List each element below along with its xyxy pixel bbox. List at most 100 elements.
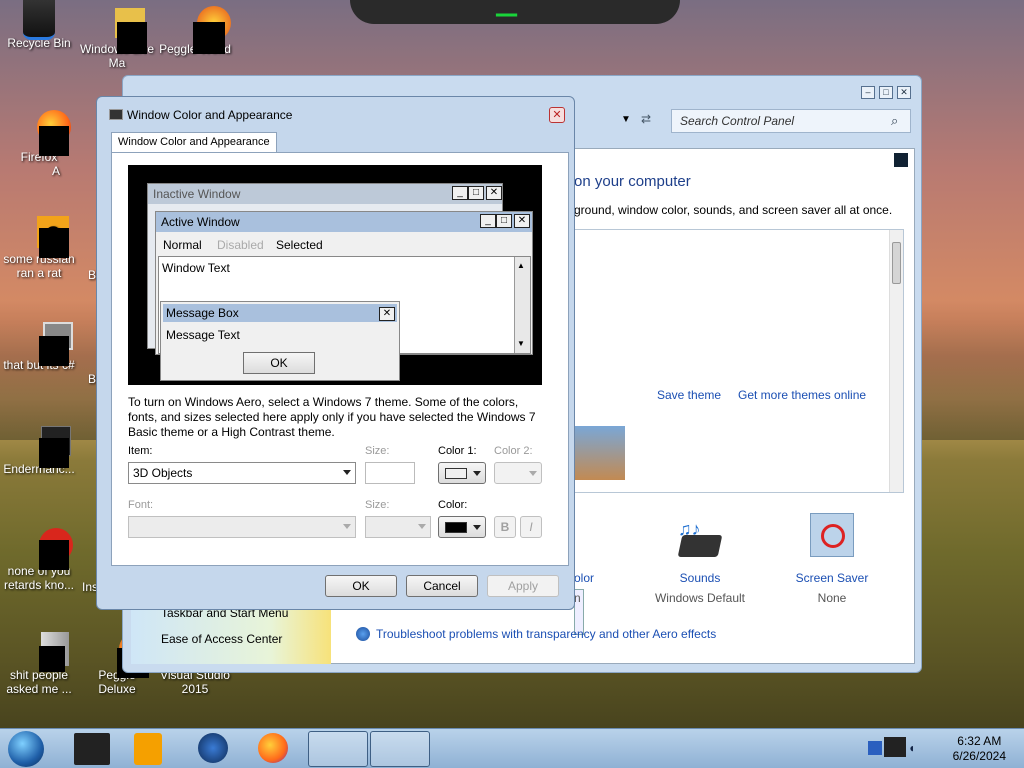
sounds-sub: Windows Default (654, 591, 746, 605)
font-select[interactable] (128, 516, 356, 538)
save-theme-link[interactable]: Save theme (657, 388, 721, 402)
clock[interactable]: 6:32 AM 6/26/2024 (953, 734, 1006, 764)
menu-disabled: Disabled (217, 238, 264, 252)
sounds-icon[interactable]: ♫♪ (672, 519, 723, 563)
window-color-dialog[interactable]: Window Color and Appearance ✕ Window Col… (96, 96, 575, 610)
minimize-icon: _ (452, 186, 468, 200)
font-size-select[interactable] (365, 516, 431, 538)
help-icon[interactable] (894, 153, 908, 167)
appearance-preview: Inactive Window _ □ ✕ Active Window _ □ … (128, 165, 542, 385)
font-size-label: Size: (365, 499, 390, 511)
window-color-sub: n (574, 591, 581, 605)
info-icon (356, 627, 370, 641)
close-icon: ✕ (514, 214, 530, 228)
desktop-icon-recycle-bin[interactable]: Recycle Bin (0, 0, 78, 50)
close-icon: ✕ (486, 186, 502, 200)
size-label: Size: (365, 445, 390, 457)
ok-button[interactable]: OK (325, 575, 397, 597)
volume-icon[interactable]: ◖ (908, 741, 920, 755)
bold-button[interactable]: B (494, 516, 516, 538)
chevron-down-icon (418, 524, 426, 529)
aero-info-text: To turn on Windows Aero, select a Window… (128, 395, 536, 439)
theme-thumbnail[interactable] (575, 426, 625, 480)
desktop-icon-firefox[interactable]: Firefox (0, 110, 78, 164)
message-box-title: Message Box (163, 304, 397, 322)
screen-saver-link[interactable]: Screen Saver (782, 571, 882, 585)
message-text: Message Text (166, 328, 240, 342)
taskbar-item-dialog[interactable] (370, 731, 430, 767)
taskbar-item-control-panel[interactable] (308, 731, 368, 767)
start-button[interactable] (8, 731, 44, 767)
firefox-icon[interactable] (258, 733, 288, 763)
color1-picker[interactable] (438, 462, 486, 484)
item-select[interactable]: 3D Objects (128, 462, 356, 484)
tray-app-icon[interactable] (884, 737, 906, 757)
scroll-down-icon: ▼ (517, 339, 525, 348)
desktop-icon-shit-people[interactable]: shit people asked me ... (0, 632, 78, 696)
refresh-icon[interactable]: ⇄ (641, 112, 651, 126)
desktop-icon-that-but-c[interactable]: that but its c# (0, 322, 78, 372)
cancel-button[interactable]: Cancel (406, 575, 478, 597)
tab-window-color[interactable]: Window Color and Appearance (111, 132, 277, 153)
scroll-thumb[interactable] (892, 242, 901, 284)
minimize-icon: _ (480, 214, 496, 228)
desktop-icon-endermanc[interactable]: Endermanc... (0, 426, 78, 476)
close-button[interactable]: ✕ (897, 86, 911, 99)
color2-picker[interactable] (494, 462, 542, 484)
desktop-icon-label: shit people asked me ... (6, 668, 72, 696)
desktop-partial-label: A (52, 164, 82, 178)
size-input[interactable] (365, 462, 415, 484)
system-tray[interactable]: ◖ (868, 737, 915, 761)
globe-icon[interactable] (198, 733, 228, 763)
themes-list[interactable]: Save theme Get more themes online (574, 229, 904, 493)
maximize-button[interactable]: □ (879, 86, 893, 99)
search-input[interactable]: Search Control Panel (671, 109, 911, 133)
network-icon[interactable] (868, 741, 882, 755)
media-player-icon[interactable] (134, 733, 162, 765)
ease-of-access-link[interactable]: Ease of Access Center (161, 632, 282, 646)
file-icon: e (23, 216, 69, 258)
partial-label: B (88, 372, 97, 386)
page-description: ground, window color, sounds, and screen… (574, 203, 893, 217)
apply-button[interactable]: Apply (487, 575, 559, 597)
folder-icon (23, 632, 69, 672)
item-label: Item: (128, 445, 153, 457)
active-window-title: Active Window (156, 212, 532, 232)
app-icon (23, 528, 73, 570)
close-icon[interactable]: ✕ (549, 107, 565, 123)
top-gadget: ▂▂▂ (350, 0, 680, 24)
clock-date: 6/26/2024 (952, 749, 1006, 763)
italic-button[interactable]: I (520, 516, 542, 538)
window-color-link[interactable]: olor (574, 571, 594, 585)
screen-saver-sub: None (817, 591, 847, 605)
troubleshoot-link[interactable]: Troubleshoot problems with transparency … (376, 627, 716, 641)
desktop-icon-windows-live[interactable]: Windows Live Ma (78, 6, 156, 70)
font-color-picker[interactable] (438, 516, 486, 538)
chevron-down-icon (473, 471, 481, 476)
themes-scrollbar[interactable] (889, 230, 903, 492)
desktop-icon-peggle-world[interactable]: Peggle World (156, 6, 234, 56)
color1-label: Color 1: (438, 445, 477, 457)
sounds-link[interactable]: Sounds (650, 571, 750, 585)
taskbar-app-icon[interactable] (74, 733, 110, 765)
dialog-pane: Inactive Window _ □ ✕ Active Window _ □ … (111, 152, 569, 566)
desktop-icon-none-of-you[interactable]: none of you retards kno... (0, 528, 78, 592)
preview-scrollbar: ▲ ▼ (514, 257, 530, 353)
search-icon[interactable]: ⌕ (891, 113, 898, 129)
color-swatch (445, 522, 467, 533)
minimize-button[interactable]: – (861, 86, 875, 99)
more-themes-link[interactable]: Get more themes online (738, 388, 866, 402)
screen-saver-icon[interactable] (810, 513, 854, 557)
maximize-icon: □ (468, 186, 484, 200)
windows-live-icon (101, 6, 147, 54)
color2-label: Color 2: (494, 445, 533, 457)
desktop-icon-russian-rat[interactable]: e some russian ran a rat (0, 216, 78, 280)
item-select-value: 3D Objects (133, 466, 193, 480)
window-text: Window Text (162, 261, 230, 275)
partial-label: A (52, 164, 61, 178)
dropdown-arrow-icon[interactable]: ▼ (621, 114, 631, 125)
search-placeholder: Search Control Panel (680, 114, 795, 128)
menu-normal: Normal (163, 238, 202, 252)
partial-label: B (88, 268, 97, 282)
recycle-bin-icon (23, 0, 55, 40)
